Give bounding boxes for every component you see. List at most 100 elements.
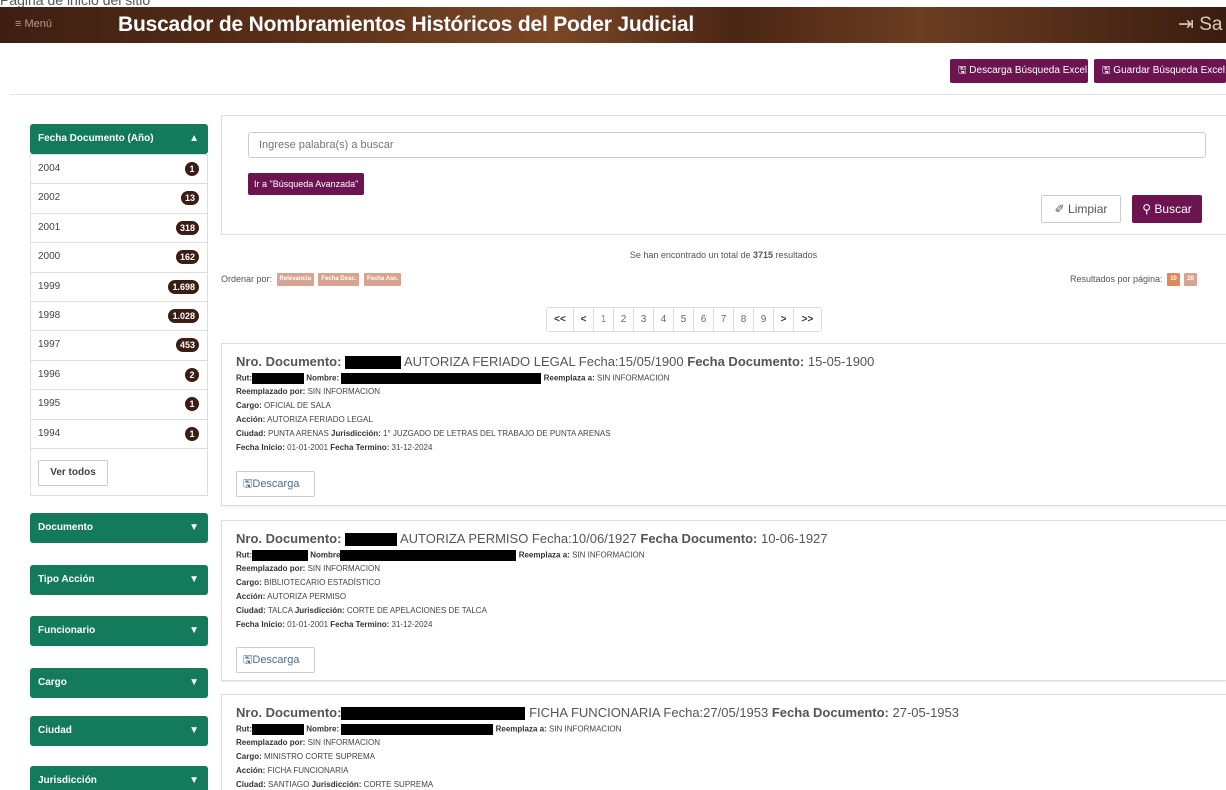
facet-year-list: 2004 1 2002 13 2001 318 2000 162 1999 1.698 1… — [30, 154, 208, 449]
redaction-bar — [341, 707, 526, 721]
facet-year-item[interactable]: 1999 1.698 — [31, 271, 207, 301]
logout-button[interactable]: ⇥ Sa — [1178, 13, 1222, 36]
count-badge: 2 — [185, 367, 199, 382]
facet-year-item[interactable]: 1994 1 — [31, 418, 207, 448]
result-line: Cargo: MINISTRO CORTE SUPREMA — [236, 752, 375, 761]
reemplaza-value: SIN INFORMACION — [596, 373, 670, 383]
fecha-doc-label: Fecha Documento: — [687, 354, 805, 369]
facet-cargo-header[interactable]: Cargo ▼ — [30, 668, 208, 698]
order-date-desc-button[interactable]: Fecha Desc. — [318, 273, 360, 286]
result-line: Ciudad: TALCA Jurisdicción: CORTE DE APE… — [236, 606, 487, 615]
result-title: Nro. Documento: FICHA FUNCIONARIA Fecha:… — [236, 705, 960, 721]
facet-year-item[interactable]: 2001 318 — [31, 212, 207, 242]
page-button[interactable]: 2 — [614, 308, 634, 331]
redaction-bar — [252, 550, 308, 561]
order-label: Ordenar por: — [221, 273, 273, 284]
result-title-text: AUTORIZA FERIADO LEGAL Fecha:15/05/1900 — [403, 354, 684, 369]
ciudad-value: SANTIAGO — [268, 780, 310, 789]
reemplazado-value: SIN INFORMACION — [307, 387, 381, 396]
download-button[interactable]: 🖫Descarga — [236, 647, 315, 673]
advanced-search-button[interactable]: Ir a "Búsqueda Avanzada" — [248, 173, 365, 195]
jurisdiccion-value: CORTE SUPREMA — [363, 780, 434, 789]
facet-year-item[interactable]: 2002 13 — [31, 183, 207, 212]
fecha-doc-label: Fecha Documento: — [640, 531, 758, 546]
last-page-button[interactable]: >> — [794, 308, 821, 331]
facet-year-item[interactable]: 1997 453 — [31, 330, 207, 359]
page-button[interactable]: 1 — [594, 308, 614, 331]
cargo-label: Cargo: — [236, 752, 262, 761]
facet-ciudad-header[interactable]: Ciudad ▼ — [30, 716, 208, 746]
save-search-label: 🖫 Guardar Búsqueda Excel — [1102, 65, 1226, 76]
facet-item-label: 1996 — [38, 368, 61, 380]
prev-page-button[interactable]: < — [574, 308, 594, 331]
termino-value: 31-12-2024 — [391, 443, 433, 452]
inicio-value: 01-01-2001 — [287, 443, 329, 452]
facet-year-item[interactable]: 1998 1.028 — [31, 300, 207, 330]
facet-year-item[interactable]: 1996 2 — [31, 359, 207, 389]
cargo-label: Cargo: — [236, 401, 262, 410]
page-button[interactable]: 9 — [754, 308, 774, 331]
page-button[interactable]: 4 — [654, 308, 674, 331]
termino-label: Fecha Termino: — [330, 443, 390, 452]
count-badge: 1 — [185, 397, 199, 412]
page-button[interactable]: 7 — [714, 308, 734, 331]
chevron-down-icon: ▼ — [189, 725, 199, 736]
menu-button[interactable]: ≡ Menú — [15, 18, 52, 30]
search-panel: Ir a "Búsqueda Avanzada" ✐ Limpiar ⚲ Bus… — [221, 115, 1226, 235]
download-label: Descarga — [252, 654, 300, 666]
result-line: Ciudad: PUNTA ARENAS Jurisdicción: 1° JU… — [236, 429, 611, 438]
clear-button[interactable]: ✐ Limpiar — [1041, 195, 1121, 223]
site-title: Buscador de Nombramientos Históricos del… — [118, 13, 694, 36]
search-icon: ⚲ — [1142, 202, 1152, 216]
count-badge: 162 — [175, 250, 199, 265]
order-relevance-button[interactable]: Relevancia — [276, 273, 314, 286]
search-label: Buscar — [1154, 202, 1192, 216]
summary-suffix: resultados — [775, 250, 818, 260]
search-input[interactable] — [248, 132, 1206, 158]
chevron-up-icon: ▲ — [189, 133, 199, 144]
facet-year-item[interactable]: 2004 1 — [31, 154, 207, 183]
next-page-button[interactable]: > — [774, 308, 794, 331]
redaction-bar — [340, 550, 517, 561]
per-page-20-button[interactable]: 20 — [1184, 273, 1197, 286]
facet-jurisdiccion-header[interactable]: Jurisdicción ▼ — [30, 766, 208, 790]
download-button[interactable]: 🖫Descarga — [236, 471, 315, 497]
result-title-text: AUTORIZA PERMISO Fecha:10/06/1927 — [399, 531, 637, 546]
excel-download-button[interactable]: 🖫 Descarga Búsqueda Excel — [950, 59, 1088, 83]
page-button[interactable]: 5 — [674, 308, 694, 331]
count-badge: 318 — [175, 220, 199, 235]
facet-year-item[interactable]: 1995 1 — [31, 389, 207, 418]
facet-tipo-accion-header[interactable]: Tipo Acción ▼ — [30, 565, 208, 595]
result-title: Nro. Documento: AUTORIZA FERIADO LEGAL F… — [236, 354, 874, 370]
page: Página de inicio del sitio ≡ Menú Buscad… — [0, 0, 1226, 790]
inicio-value: 01-01-2001 — [287, 620, 329, 629]
page-button[interactable]: 6 — [694, 308, 714, 331]
facet-documento-header[interactable]: Documento ▼ — [30, 513, 208, 543]
count-badge: 1.698 — [168, 279, 199, 294]
per-page-10-button[interactable]: 10 — [1167, 273, 1180, 286]
chevron-down-icon: ▼ — [189, 522, 199, 533]
search-button[interactable]: ⚲ Buscar — [1132, 195, 1202, 223]
facet-item-label: 1999 — [38, 280, 61, 292]
summary-prefix: Se han encontrado un total de — [629, 250, 751, 260]
facet-item-label: 2000 — [38, 251, 61, 263]
page-button[interactable]: 3 — [634, 308, 654, 331]
clear-label: Limpiar — [1068, 202, 1108, 216]
site-header: ≡ Menú Buscador de Nombramientos Históri… — [0, 7, 1226, 43]
see-all-button[interactable]: Ver todos — [38, 460, 108, 486]
page-button[interactable]: 8 — [734, 308, 754, 331]
rut-label: Rut: — [236, 724, 252, 734]
fecha-doc-value: 27-05-1953 — [892, 705, 960, 720]
facet-title: Funcionario — [38, 625, 96, 636]
reemplaza-label: Reemplaza a: — [543, 373, 595, 383]
facet-item-label: 2002 — [38, 192, 61, 204]
facet-year-header[interactable]: Fecha Documento (Año) ▲ — [30, 124, 208, 154]
facet-funcionario-header[interactable]: Funcionario ▼ — [30, 616, 208, 646]
inicio-label: Fecha Inicio: — [236, 443, 285, 452]
facet-year-item[interactable]: 2000 162 — [31, 242, 207, 271]
order-date-asc-button[interactable]: Fecha Asc. — [363, 273, 402, 286]
count-badge: 13 — [180, 191, 199, 206]
first-page-button[interactable]: << — [547, 308, 574, 331]
save-search-button[interactable]: 🖫 Guardar Búsqueda Excel — [1094, 59, 1226, 83]
count-badge: 1.028 — [168, 308, 199, 323]
